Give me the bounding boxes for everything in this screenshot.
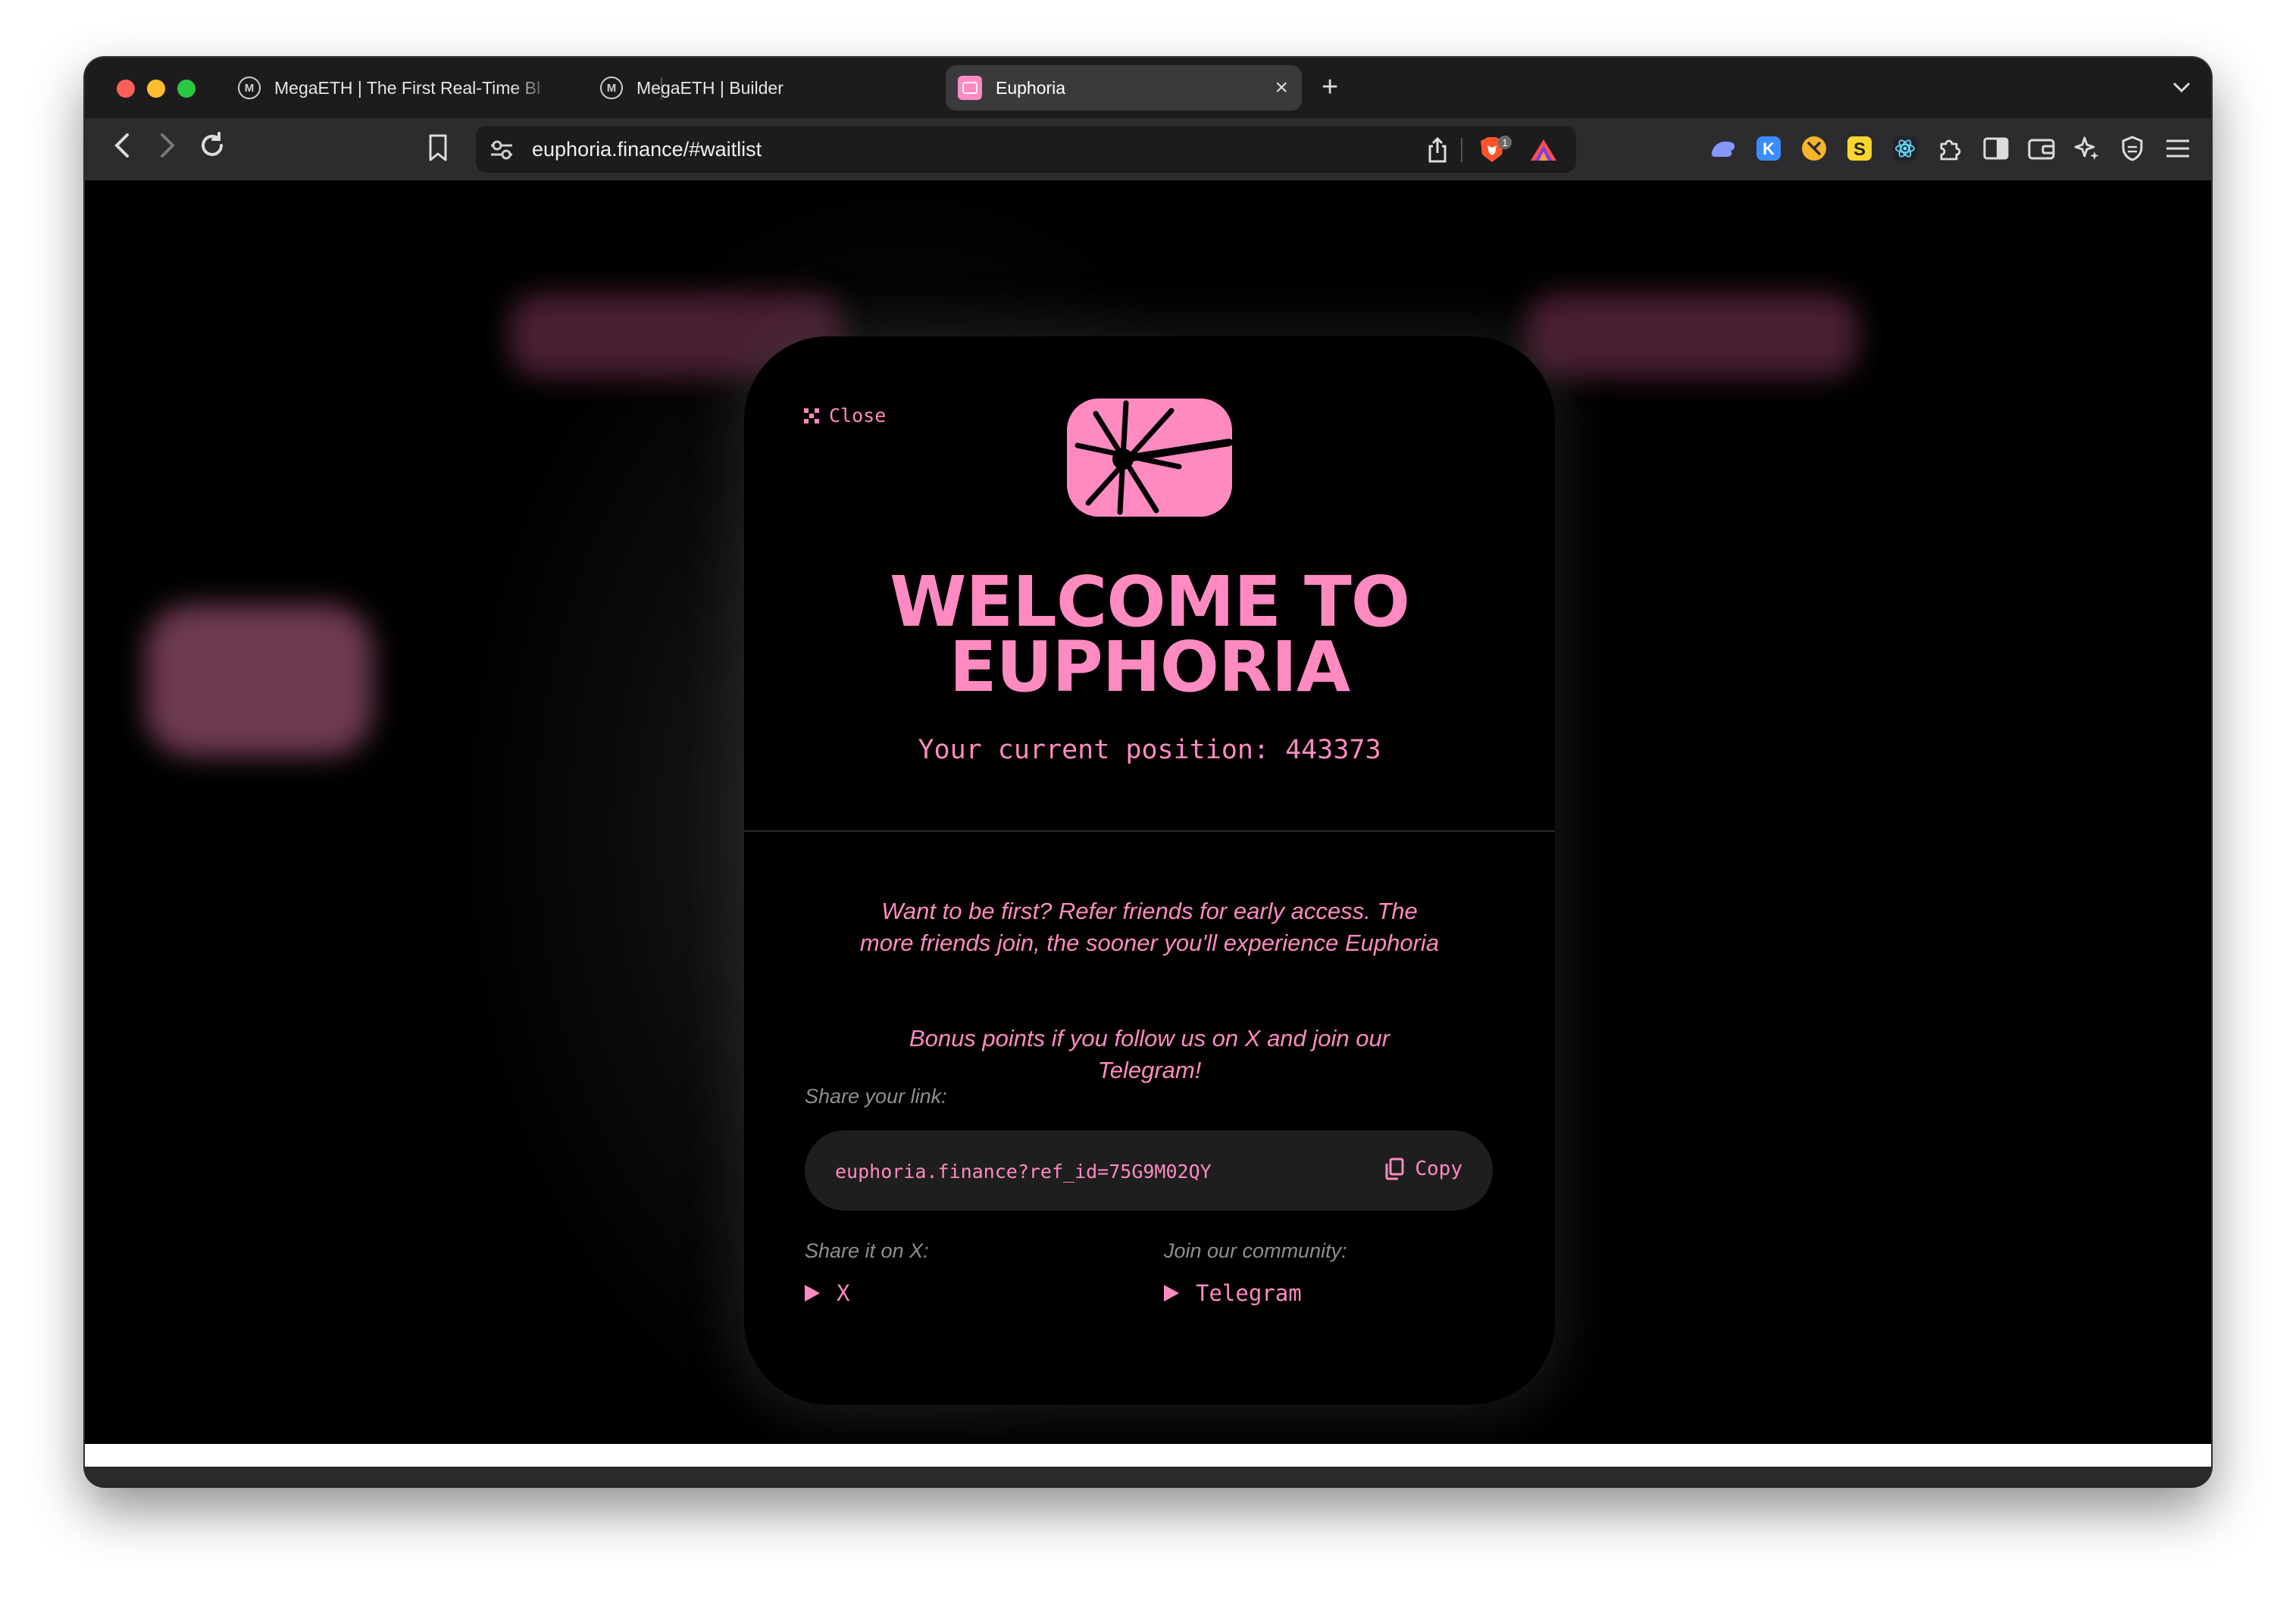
vpn-shield-icon[interactable] <box>2117 133 2147 164</box>
brave-shields-icon[interactable]: 1 <box>1478 135 1512 170</box>
telegram-link-label: Telegram <box>1196 1280 1302 1306</box>
extension-yellow-icon[interactable] <box>1799 133 1829 164</box>
keplr-wallet-icon[interactable]: K <box>1753 133 1784 164</box>
euphoria-logo-icon <box>958 76 982 100</box>
sidebar-icon[interactable] <box>1981 133 2011 164</box>
close-tab-icon[interactable]: × <box>1275 74 1288 102</box>
browser-window: M MegaETH | The First Real-Time Bl M Meg… <box>85 58 2211 1486</box>
bookmark-icon[interactable] <box>427 133 449 166</box>
refer-text: Want to be first? Refer friends for earl… <box>859 898 1440 956</box>
share-on-x-label: Share it on X: <box>805 1239 929 1262</box>
play-arrow-icon <box>805 1285 820 1302</box>
welcome-line-1: WELCOME TO <box>889 561 1410 642</box>
euphoria-logo-icon <box>1065 397 1234 522</box>
waitlist-position: Your current position: 443373 <box>918 735 1381 765</box>
url-text[interactable]: euphoria.finance/#waitlist <box>532 138 762 161</box>
forward-button[interactable] <box>156 130 179 169</box>
toolbar: euphoria.finance/#waitlist 1 K S <box>85 118 2211 182</box>
window-bottom-bar <box>85 1467 2211 1486</box>
page-content: Close WELCOME TO EUPHORIA Your current p… <box>85 180 2211 1444</box>
tab-bar: M MegaETH | The First Real-Time Bl M Meg… <box>85 58 2211 118</box>
x-link-label: X <box>837 1280 850 1306</box>
chevron-down-icon[interactable] <box>2172 76 2191 99</box>
back-button[interactable] <box>111 130 133 169</box>
megaeth-logo-icon: M <box>600 77 623 99</box>
tab-euphoria[interactable]: Euphoria × <box>946 65 1302 111</box>
play-arrow-icon <box>1164 1285 1179 1302</box>
blurred-background-shape <box>145 605 373 756</box>
site-settings-icon[interactable] <box>490 139 514 164</box>
svg-text:S: S <box>1853 139 1866 160</box>
copy-label: Copy <box>1415 1158 1462 1180</box>
reload-button[interactable] <box>197 130 227 170</box>
page-footer-strip <box>85 1444 2211 1467</box>
address-bar[interactable]: euphoria.finance/#waitlist 1 <box>476 126 1576 173</box>
menu-icon[interactable] <box>2163 133 2193 164</box>
maximize-window-button[interactable] <box>177 80 196 98</box>
extension-s-icon[interactable]: S <box>1844 133 1875 164</box>
share-icon[interactable] <box>1426 136 1449 167</box>
referral-link-text[interactable]: euphoria.finance?ref_id=75G9M02QY <box>835 1161 1212 1183</box>
referral-link-field[interactable]: euphoria.finance?ref_id=75G9M02QY Copy <box>805 1130 1493 1211</box>
new-tab-button[interactable]: + <box>1322 70 1338 105</box>
tab-title: Euphoria <box>996 77 1066 98</box>
telegram-link[interactable]: Telegram <box>1164 1280 1302 1306</box>
svg-text:K: K <box>1763 139 1775 158</box>
share-on-x-link[interactable]: X <box>805 1280 849 1306</box>
close-window-button[interactable] <box>117 80 135 98</box>
wallet-icon[interactable] <box>2026 133 2057 164</box>
copy-button[interactable]: Copy <box>1384 1158 1462 1180</box>
rabby-wallet-icon[interactable] <box>1708 133 1738 164</box>
url-divider <box>1461 138 1462 162</box>
tab-megaeth-builder[interactable]: M MegaETH | Builder <box>588 65 937 111</box>
share-link-label: Share your link: <box>805 1085 947 1108</box>
divider <box>744 830 1555 832</box>
brave-rewards-icon[interactable] <box>1529 138 1558 166</box>
minimize-window-button[interactable] <box>147 80 165 98</box>
tab-title: MegaETH | Builder <box>637 77 784 98</box>
react-devtools-icon[interactable] <box>1890 133 1920 164</box>
welcome-heading: WELCOME TO EUPHORIA <box>744 561 1555 708</box>
blurred-background-shape <box>1525 294 1858 377</box>
community-label: Join our community: <box>1164 1239 1347 1262</box>
close-label: Close <box>829 405 887 427</box>
bonus-text: Bonus points if you follow us on X and j… <box>909 1025 1390 1083</box>
waitlist-modal: Close WELCOME TO EUPHORIA Your current p… <box>744 336 1555 1405</box>
tab-title: MegaETH | The First Real-Time Bl <box>274 77 541 98</box>
svg-text:1: 1 <box>1502 137 1507 148</box>
close-button[interactable]: Close <box>803 405 886 427</box>
copy-icon <box>1385 1158 1404 1180</box>
welcome-line-2: EUPHORIA <box>949 627 1350 708</box>
megaeth-logo-icon: M <box>238 77 261 99</box>
extensions-puzzle-icon[interactable] <box>1935 133 1966 164</box>
leo-ai-icon[interactable] <box>2072 133 2102 164</box>
close-icon <box>804 408 819 423</box>
